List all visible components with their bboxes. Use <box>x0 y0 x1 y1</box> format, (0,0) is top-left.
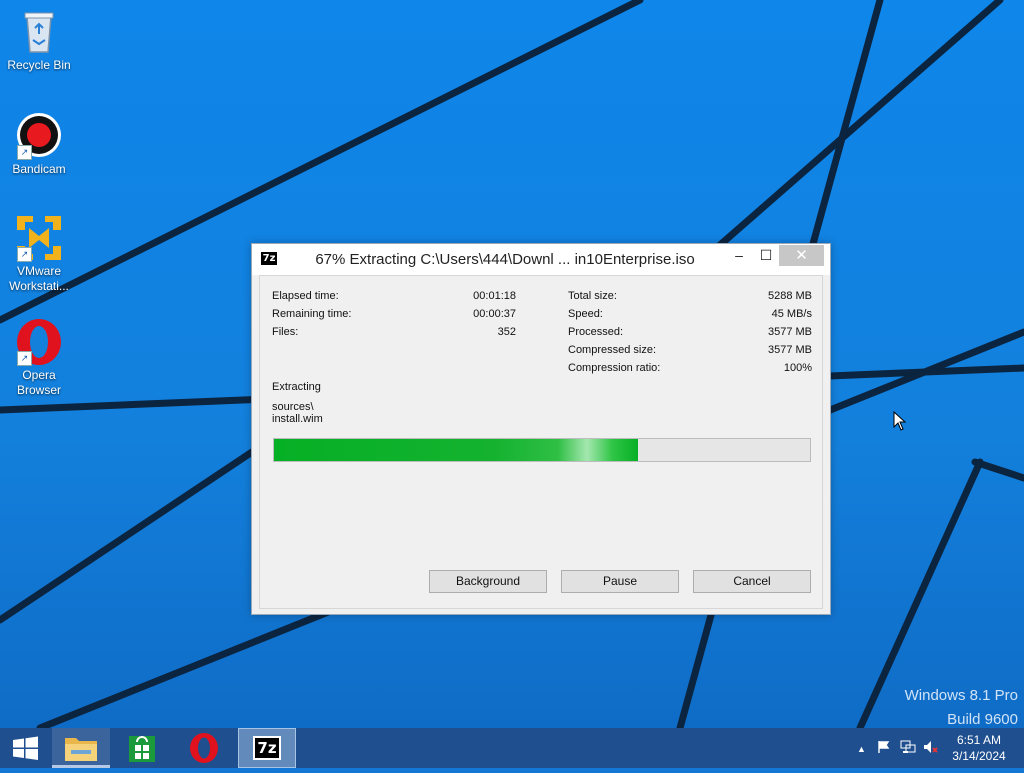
desktop-icon-label: Opera Browser <box>16 368 61 397</box>
compressed-size-value: 3577 MB <box>767 344 812 356</box>
folder-icon <box>65 738 97 761</box>
taskbar-store[interactable] <box>113 728 171 768</box>
clock-date: 3/14/2024 <box>952 749 1006 763</box>
network-icon[interactable] <box>900 740 916 757</box>
windows-logo-icon <box>13 736 38 760</box>
watermark-edition: Windows 8.1 Pro <box>904 687 1018 704</box>
processed-value: 3577 MB <box>767 326 812 338</box>
desktop-icon-label: Recycle Bin <box>7 58 71 72</box>
clock[interactable]: 6:51 AM 3/14/2024 <box>944 732 1014 764</box>
desktop-icon-label: VMware Workstati... <box>9 264 69 293</box>
maximize-button[interactable]: ☐ <box>753 245 779 266</box>
windows-watermark: Windows 8.1 Pro Build 9600 <box>905 684 1018 728</box>
dialog-title: 67% Extracting C:\Users\444\Downl ... in… <box>315 251 695 268</box>
remaining-time-value: 00:00:37 <box>473 308 516 320</box>
extraction-dialog: 7z 67% Extracting C:\Users\444\Downl ...… <box>251 243 831 615</box>
title-bar[interactable]: 7z 67% Extracting C:\Users\444\Downl ...… <box>252 244 830 275</box>
recycle-bin-icon <box>15 8 63 56</box>
minimize-button[interactable]: – <box>726 245 752 266</box>
taskbar-file-explorer[interactable] <box>52 728 110 768</box>
files-label: Files: <box>272 326 299 338</box>
taskbar: 7z ▲ 6:51 AM 3/14/2024 <box>0 728 1024 768</box>
start-button[interactable] <box>0 728 50 768</box>
remaining-time-label: Remaining time: <box>272 308 352 320</box>
system-tray: ▲ 6:51 AM 3/14/2024 <box>844 728 1024 768</box>
desktop-icon-vmware[interactable]: ↗ VMware Workstati... <box>1 214 77 294</box>
watermark-build: Build 9600 <box>947 711 1018 728</box>
taskbar-7zip[interactable]: 7z <box>238 728 296 768</box>
close-button[interactable]: ✕ <box>779 245 824 266</box>
show-hidden-icons-chevron-icon[interactable]: ▲ <box>857 742 866 756</box>
speed-value: 45 MB/s <box>771 308 812 320</box>
elapsed-time-value: 00:01:18 <box>473 290 516 302</box>
background-button[interactable]: Background <box>429 570 547 593</box>
flag-icon[interactable] <box>877 740 891 757</box>
shortcut-arrow-icon: ↗ <box>17 351 32 366</box>
desktop-icon-bandicam[interactable]: ↗ Bandicam <box>1 112 77 177</box>
bandicam-icon: ↗ <box>15 112 63 160</box>
progress-fill <box>274 439 639 461</box>
dialog-content: Elapsed time: 00:01:18 Remaining time: 0… <box>259 275 823 609</box>
compressed-size-label: Compressed size: <box>568 344 657 356</box>
files-value: 352 <box>497 326 516 338</box>
speed-label: Speed: <box>568 308 603 320</box>
compression-ratio-value: 100% <box>783 362 812 374</box>
current-file: install.wim <box>272 413 323 425</box>
total-size-value: 5288 MB <box>767 290 812 302</box>
vmware-icon: ↗ <box>15 214 63 262</box>
shortcut-arrow-icon: ↗ <box>17 145 32 160</box>
shortcut-arrow-icon: ↗ <box>17 247 32 262</box>
opera-icon <box>190 733 218 763</box>
opera-icon: ↗ <box>15 318 63 366</box>
desktop-icon-recycle-bin[interactable]: Recycle Bin <box>1 8 77 73</box>
mouse-cursor-icon <box>893 411 907 431</box>
compression-ratio-label: Compression ratio: <box>568 362 661 374</box>
clock-time: 6:51 AM <box>956 733 1002 747</box>
processed-label: Processed: <box>568 326 624 338</box>
store-icon <box>129 736 155 762</box>
elapsed-time-label: Elapsed time: <box>272 290 339 302</box>
status-label: Extracting <box>272 381 321 393</box>
cancel-button[interactable]: Cancel <box>693 570 811 593</box>
progress-bar <box>273 438 811 462</box>
current-path: sources\ <box>272 401 314 413</box>
desktop-icon-opera[interactable]: ↗ Opera Browser <box>1 318 77 398</box>
pause-button[interactable]: Pause <box>561 570 679 593</box>
volume-muted-icon[interactable] <box>923 740 939 757</box>
taskbar-opera[interactable] <box>175 728 233 768</box>
7zip-icon: 7z <box>253 736 281 760</box>
desktop-icon-label: Bandicam <box>12 162 66 176</box>
total-size-label: Total size: <box>568 290 617 302</box>
